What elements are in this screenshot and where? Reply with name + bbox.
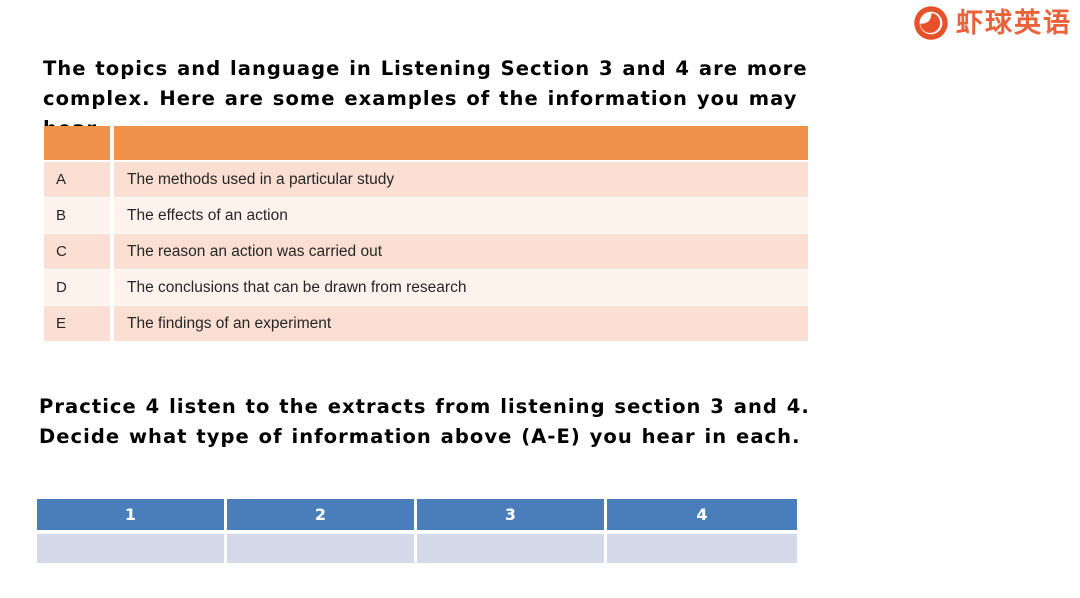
answer-table: 1 2 3 4 xyxy=(37,499,797,563)
answer-cell-3[interactable] xyxy=(417,534,607,563)
answer-table-header-row: 1 2 3 4 xyxy=(37,499,797,534)
header-cell-value xyxy=(114,126,808,162)
answer-cell-2[interactable] xyxy=(227,534,417,563)
table-row: B The effects of an action xyxy=(44,198,808,234)
table-row: C The reason an action was carried out xyxy=(44,234,808,270)
answer-table-input-row xyxy=(37,534,797,563)
information-types-table: A The methods used in a particular study… xyxy=(44,126,808,342)
row-value: The reason an action was carried out xyxy=(114,234,808,270)
brand-logo: 虾球英语 xyxy=(912,4,1072,42)
answer-header-4: 4 xyxy=(607,499,797,534)
table-row: E The findings of an experiment xyxy=(44,306,808,342)
row-value: The conclusions that can be drawn from r… xyxy=(114,270,808,306)
row-key: C xyxy=(44,234,114,270)
table-row: A The methods used in a particular study xyxy=(44,162,808,198)
row-value: The findings of an experiment xyxy=(114,306,808,342)
answer-cell-4[interactable] xyxy=(607,534,797,563)
answer-cell-1[interactable] xyxy=(37,534,227,563)
row-key: B xyxy=(44,198,114,234)
answer-header-2: 2 xyxy=(227,499,417,534)
table-row: D The conclusions that can be drawn from… xyxy=(44,270,808,306)
row-key: D xyxy=(44,270,114,306)
header-cell-key xyxy=(44,126,114,162)
row-key: A xyxy=(44,162,114,198)
row-key: E xyxy=(44,306,114,342)
answer-header-3: 3 xyxy=(417,499,607,534)
row-value: The methods used in a particular study xyxy=(114,162,808,198)
shrimp-circle-logo-icon xyxy=(914,6,948,40)
row-value: The effects of an action xyxy=(114,198,808,234)
brand-name: 虾球英语 xyxy=(956,7,1072,39)
instruction-paragraph: Practice 4 listen to the extracts from l… xyxy=(39,395,810,448)
answer-header-1: 1 xyxy=(37,499,227,534)
table-header-row xyxy=(44,126,808,162)
